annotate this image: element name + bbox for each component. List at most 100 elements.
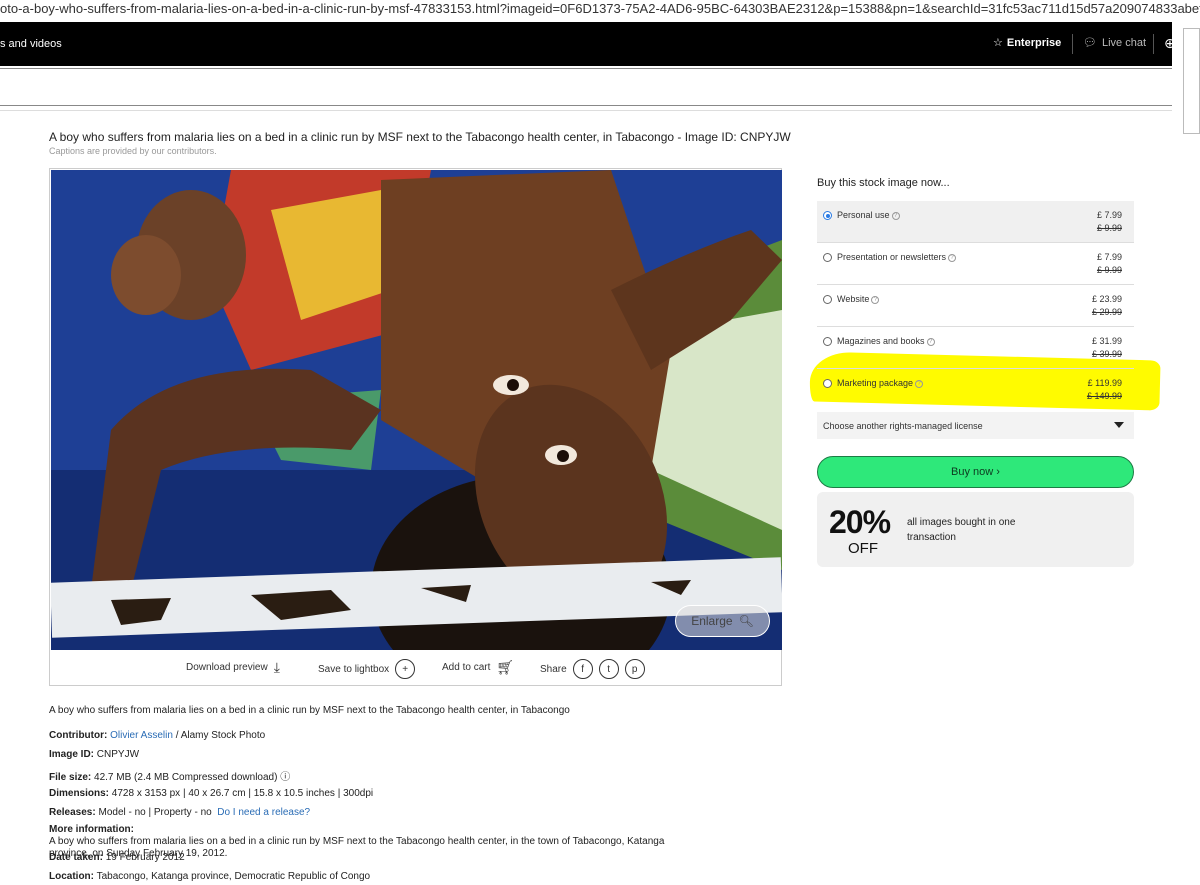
dimensions-row: Dimensions: 4728 x 3153 px | 40 x 26.7 c… — [49, 788, 373, 799]
contributor-link[interactable]: Olivier Asselin — [110, 730, 173, 741]
license-options: Personal use? £ 7.99 £ 9.99 Presentation… — [817, 201, 1134, 411]
share-group: Share f t p — [540, 659, 645, 679]
address-bar[interactable]: oto-a-boy-who-suffers-from-malaria-lies-… — [0, 0, 1200, 20]
add-to-cart-button[interactable]: Add to cart 🛒︎ — [442, 659, 514, 676]
photo-illustration — [51, 170, 782, 650]
license-price: £ 23.99 — [1091, 294, 1122, 304]
license-price: £ 31.99 — [1091, 336, 1122, 346]
license-option-magazines-books[interactable]: Magazines and books? £ 31.99 £ 39.99 — [817, 327, 1134, 369]
download-preview-label: Download preview — [186, 662, 268, 673]
license-name: Presentation or newsletters? — [837, 252, 957, 262]
dimensions-label: Dimensions: — [49, 788, 110, 799]
license-old-price: £ 39.99 — [1091, 349, 1122, 359]
divider — [0, 110, 1172, 111]
radio-button[interactable] — [823, 253, 832, 262]
help-icon: ? — [926, 337, 935, 346]
image-title: A boy who suffers from malaria lies on a… — [49, 130, 791, 144]
more-info-label: More information: — [49, 824, 134, 835]
dimensions-value: 4728 x 3153 px | 40 x 26.7 cm | 15.8 x 1… — [111, 788, 374, 799]
license-name: Personal use? — [837, 210, 900, 220]
help-icon: ? — [948, 253, 957, 262]
other-license-label: Choose another rights-managed license — [823, 421, 983, 431]
discount-promo: 20% OFF all images bought in one transac… — [817, 492, 1134, 567]
promo-percent: 20% — [829, 504, 891, 540]
share-label: Share — [540, 663, 567, 675]
purchase-title: Buy this stock image now... — [817, 177, 950, 189]
license-option-marketing-package[interactable]: Marketing package? £ 119.99 £ 149.99 — [817, 369, 1134, 411]
pinterest-icon[interactable]: p — [624, 659, 645, 679]
help-icon: ? — [871, 295, 880, 304]
date-taken-row: Date taken: 19 February 2012 — [49, 852, 185, 863]
buy-now-button[interactable]: Buy now › — [817, 456, 1134, 488]
add-to-cart-label: Add to cart — [442, 662, 491, 673]
license-name: Magazines and books? — [837, 336, 935, 346]
image-actions-bar: Download preview ⤓ Save to lightbox + Ad… — [50, 655, 783, 685]
location-row: Location: Tabacongo, Katanga province, D… — [49, 871, 370, 882]
download-preview-button[interactable]: Download preview ⤓ — [186, 659, 280, 676]
stock-photo[interactable]: Enlarge 🔍︎ — [51, 170, 782, 650]
radio-button[interactable] — [823, 211, 832, 220]
license-price: £ 7.99 — [1096, 252, 1122, 262]
radio-button[interactable] — [823, 337, 832, 346]
license-option-presentation[interactable]: Presentation or newsletters? £ 7.99 £ 9.… — [817, 243, 1134, 285]
image-viewer: Enlarge 🔍︎ Download preview ⤓ Save to li… — [49, 168, 782, 686]
star-icon: ☆ — [993, 37, 1003, 49]
license-old-price: £ 9.99 — [1096, 265, 1122, 275]
file-size-value: 42.7 MB (2.4 MB Compressed download) — [94, 772, 278, 783]
releases-value: Model - no | Property - no — [98, 807, 212, 818]
caret-down-icon — [1114, 422, 1124, 428]
license-name: Website? — [837, 294, 880, 304]
divider — [0, 68, 1172, 69]
help-icon: ? — [915, 379, 924, 388]
image-description: A boy who suffers from malaria lies on a… — [49, 705, 570, 716]
releases-label: Releases: — [49, 807, 96, 818]
enterprise-link[interactable]: ☆ Enterprise — [993, 36, 1062, 50]
enlarge-label: Enlarge — [691, 614, 733, 628]
enlarge-button[interactable]: Enlarge 🔍︎ — [675, 605, 770, 637]
download-icon: ⤓ — [273, 659, 280, 675]
contributor-row: Contributor: Olivier Asselin / Alamy Sto… — [49, 730, 265, 741]
divider — [1072, 34, 1073, 54]
date-taken-label: Date taken: — [49, 852, 103, 863]
contributor-suffix: / Alamy Stock Photo — [172, 730, 266, 741]
license-old-price: £ 9.99 — [1096, 223, 1122, 233]
live-chat-link[interactable]: 💬︎ Live chat — [1083, 36, 1146, 50]
caption-note: Captions are provided by our contributor… — [49, 146, 217, 156]
promo-text: all images bought in one transaction — [907, 517, 1016, 543]
license-price: £ 119.99 — [1087, 378, 1122, 388]
release-help-link[interactable]: Do I need a release? — [217, 807, 310, 818]
divider — [1153, 34, 1154, 54]
twitter-icon[interactable]: t — [598, 659, 619, 679]
other-license-dropdown[interactable]: Choose another rights-managed license — [817, 412, 1134, 439]
enterprise-label: Enterprise — [1006, 36, 1062, 49]
divider — [0, 105, 1172, 106]
promo-off: OFF — [848, 540, 878, 557]
info-icon[interactable]: ⓘ — [280, 772, 290, 783]
nav-link-images-videos[interactable]: s and videos — [0, 38, 62, 50]
license-option-personal-use[interactable]: Personal use? £ 7.99 £ 9.99 — [817, 201, 1134, 243]
license-option-website[interactable]: Website? £ 23.99 £ 29.99 — [817, 285, 1134, 327]
radio-button[interactable] — [823, 295, 832, 304]
image-id-label: Image ID: — [49, 749, 95, 760]
license-old-price: £ 149.99 — [1086, 391, 1122, 401]
contributor-label: Contributor: — [49, 730, 108, 741]
chat-icon: 💬︎ — [1083, 37, 1097, 49]
magnifier-icon: 🔍︎ — [738, 614, 754, 628]
location-value: Tabacongo, Katanga province, Democratic … — [96, 871, 371, 882]
cart-icon: 🛒︎ — [496, 659, 515, 675]
plus-circle-icon[interactable]: ⊕ — [1164, 35, 1176, 52]
releases-row: Releases: Model - no | Property - no Do … — [49, 807, 310, 818]
facebook-icon[interactable]: f — [572, 659, 593, 679]
save-to-lightbox-button[interactable]: Save to lightbox + — [318, 659, 416, 679]
image-id-row: Image ID: CNPYJW — [49, 749, 139, 760]
file-size-label: File size: — [49, 772, 92, 783]
image-id-value: CNPYJW — [96, 749, 140, 760]
file-size-row: File size: 42.7 MB (2.4 MB Compressed do… — [49, 768, 290, 783]
license-price: £ 7.99 — [1096, 210, 1122, 220]
date-taken-value: 19 February 2012 — [105, 852, 185, 863]
license-old-price: £ 29.99 — [1091, 307, 1122, 317]
live-chat-label: Live chat — [1101, 36, 1146, 49]
help-icon: ? — [891, 211, 900, 220]
radio-button[interactable] — [823, 379, 832, 388]
scrollbar-thumb[interactable] — [1183, 28, 1200, 134]
